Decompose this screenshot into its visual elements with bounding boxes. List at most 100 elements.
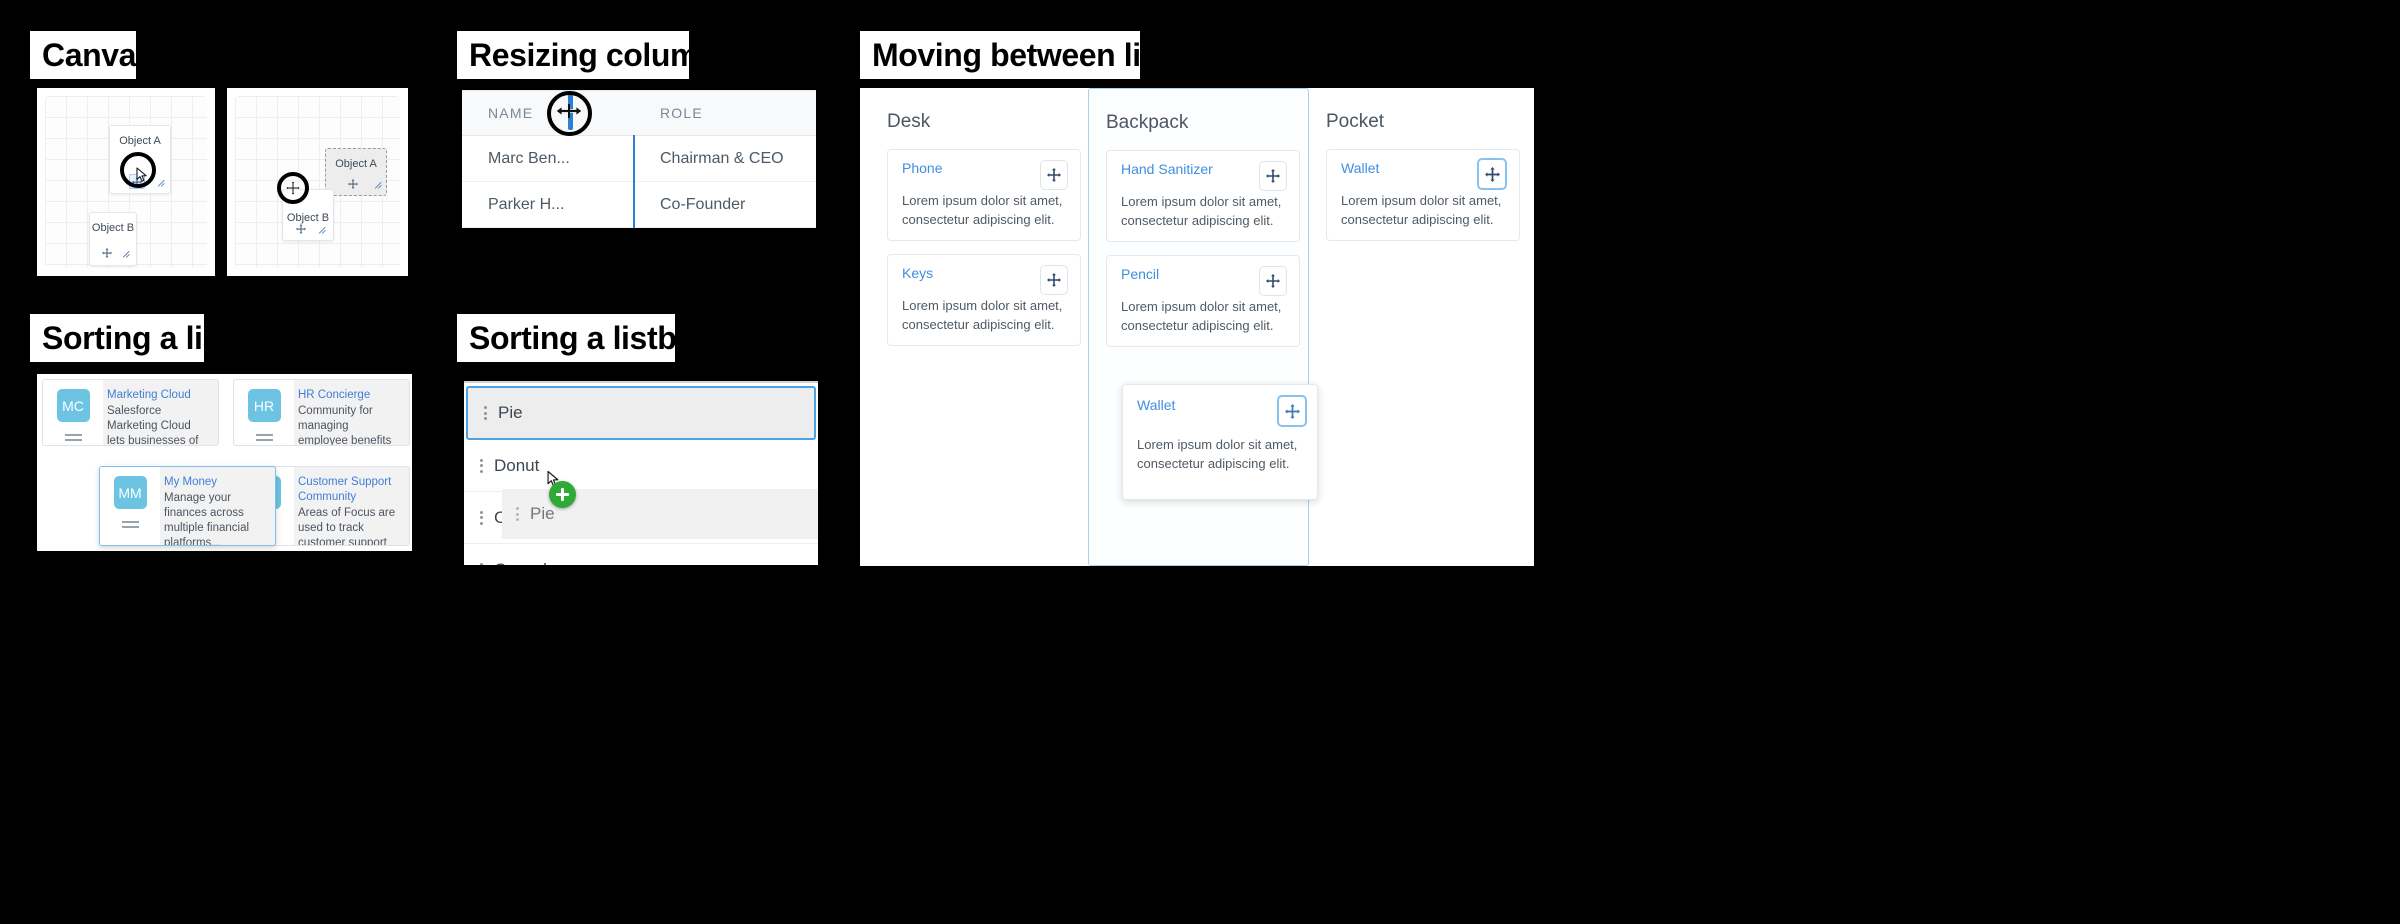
canvas-object-b-title: Object B: [91, 222, 135, 234]
move-handle-icon[interactable]: [296, 224, 306, 237]
column-resize-guideline: [633, 135, 635, 228]
listbox-drag-ghost-label: Pie: [530, 504, 555, 523]
table-cell-role: Chairman & CEO: [660, 149, 784, 167]
listbox-option[interactable]: Donut: [464, 440, 818, 492]
drag-move-icon[interactable]: [1040, 160, 1068, 190]
tile-title[interactable]: My Money: [164, 475, 266, 490]
list-card-description: Lorem ipsum dolor sit amet, consectetur …: [902, 298, 1063, 332]
listbox-option-label: Donut: [494, 455, 540, 475]
canvas-panel-after[interactable]: Object A Object B: [227, 88, 408, 276]
canvas-grid-area[interactable]: Object A Object B: [45, 96, 207, 268]
section-label-moving-between-lists: Moving between lists: [860, 31, 1186, 79]
listbox-option[interactable]: Cupcake: [464, 544, 818, 565]
table-header-row: NAME ROLE: [462, 91, 816, 136]
list-column-desk[interactable]: Desk Phone Lorem ipsum dolor sit amet, c…: [870, 97, 1098, 557]
canvas-grid-area[interactable]: Object A Object B: [235, 96, 400, 268]
drag-dots-icon[interactable]: [484, 406, 487, 420]
section-label-resizing-columns: Resizing columns: [457, 31, 735, 79]
resize-handle-icon: [372, 179, 382, 192]
list-card-title[interactable]: Phone: [902, 160, 942, 176]
tile-description: Manage your finances across multiple fin…: [164, 492, 250, 546]
list-column-pocket[interactable]: Pocket Wallet Lorem ipsum dolor sit amet…: [1309, 97, 1533, 557]
listbox-option-label: Cupcake: [494, 560, 561, 566]
drag-move-icon[interactable]: [1259, 161, 1287, 191]
canvas-object-a-placeholder-title: Object A: [335, 158, 377, 170]
table-column-header-name[interactable]: NAME: [462, 105, 634, 121]
canvas-panel-before[interactable]: Object A Object B: [37, 88, 215, 276]
avatar: HR: [247, 389, 281, 422]
canvas-object-b[interactable]: Object B: [89, 212, 137, 266]
resizable-table[interactable]: NAME ROLE Marc Ben... Chairman & CEO Par…: [462, 90, 816, 228]
tile-content: Customer Support Community Areas of Focu…: [294, 467, 409, 545]
move-handle-icon: [348, 179, 358, 192]
list-item[interactable]: MC Marketing Cloud Salesforce Marketing …: [42, 379, 219, 446]
drag-dots-icon[interactable]: [480, 458, 483, 473]
list-card-pencil[interactable]: Pencil Lorem ipsum dolor sit amet, conse…: [1106, 255, 1300, 347]
table-cell-name: Marc Ben...: [488, 149, 570, 167]
tile-title[interactable]: Customer Support Community: [298, 475, 400, 505]
avatar: MC: [56, 389, 90, 422]
canvas-object-b-dragging[interactable]: Object B: [282, 189, 334, 241]
drag-dots-icon[interactable]: [480, 510, 483, 525]
section-label-moving-between-lists-text: Moving between lists: [872, 36, 1186, 73]
drag-move-icon[interactable]: [1477, 158, 1507, 190]
tile-title[interactable]: Marketing Cloud: [107, 388, 209, 403]
table-row[interactable]: Parker H... Co-Founder: [462, 182, 816, 228]
tile-title[interactable]: HR Concierge: [298, 388, 400, 403]
list-item[interactable]: HR HR Concierge Community for managing e…: [233, 379, 410, 446]
table-row[interactable]: Marc Ben... Chairman & CEO: [462, 136, 816, 182]
listbox-option-selected[interactable]: Pie: [466, 386, 816, 440]
list-card-title[interactable]: Wallet: [1137, 397, 1175, 413]
section-label-canvas-text: Canvas: [42, 36, 154, 73]
list-card-hand-sanitizer[interactable]: Hand Sanitizer Lorem ipsum dolor sit ame…: [1106, 150, 1300, 242]
canvas-object-b-title: Object B: [286, 212, 330, 224]
list-card-keys[interactable]: Keys Lorem ipsum dolor sit amet, consect…: [887, 254, 1081, 346]
list-card-title[interactable]: Wallet: [1341, 160, 1379, 176]
canvas-object-a-title: Object A: [119, 135, 161, 147]
drag-move-icon[interactable]: [1259, 266, 1287, 296]
sorting-listbox[interactable]: Pie Donut Cake Cupcake Ice Cream Pie: [464, 381, 818, 565]
list-card-title[interactable]: Hand Sanitizer: [1121, 161, 1213, 177]
drag-move-icon[interactable]: [1040, 265, 1068, 295]
tile-content: My Money Manage your finances across mul…: [160, 467, 275, 545]
tile-description: Areas of Focus are used to track custome…: [298, 507, 396, 546]
section-label-resizing-columns-text: Resizing columns: [469, 36, 735, 73]
list-card-title[interactable]: Pencil: [1121, 266, 1159, 282]
drag-grip-icon[interactable]: [64, 434, 82, 441]
list-card-wallet-dragging[interactable]: Wallet Lorem ipsum dolor sit amet, conse…: [1122, 384, 1318, 500]
list-card-description: Lorem ipsum dolor sit amet, consectetur …: [1121, 194, 1282, 228]
drag-move-icon[interactable]: [1277, 395, 1307, 427]
resize-handle-icon[interactable]: [120, 248, 130, 261]
avatar: MM: [113, 476, 147, 509]
table-cell-role: Co-Founder: [660, 195, 746, 213]
column-resize-grip[interactable]: [568, 94, 573, 130]
tile-handle-area[interactable]: MC: [43, 380, 103, 445]
list-card-phone[interactable]: Phone Lorem ipsum dolor sit amet, consec…: [887, 149, 1081, 241]
tile-handle-area[interactable]: HR: [234, 380, 294, 445]
drop-allowed-plus-icon: [549, 481, 576, 508]
section-label-canvas: Canvas: [30, 31, 154, 79]
section-label-sorting-a-listbox-text: Sorting a listbox: [469, 319, 713, 356]
resize-handle-icon[interactable]: [316, 224, 326, 237]
list-card-wallet[interactable]: Wallet Lorem ipsum dolor sit amet, conse…: [1326, 149, 1520, 241]
listbox-option-label: Pie: [498, 403, 523, 422]
drag-grip-icon[interactable]: [255, 434, 273, 441]
tile-handle-area[interactable]: MM: [100, 467, 160, 545]
tile-description: Salesforce Marketing Cloud lets business…: [107, 405, 199, 446]
screenshot-stage: Canvas Resizing columns Moving between l…: [0, 0, 2400, 924]
list-card-description: Lorem ipsum dolor sit amet, consectetur …: [1341, 193, 1502, 227]
moving-between-lists-panel: Desk Phone Lorem ipsum dolor sit amet, c…: [860, 88, 1534, 566]
drag-grip-icon[interactable]: [121, 521, 139, 528]
drag-dots-icon[interactable]: [480, 562, 483, 565]
resize-handle-icon[interactable]: [155, 177, 165, 190]
move-handle-icon[interactable]: [102, 248, 112, 261]
table-column-header-role[interactable]: ROLE: [634, 105, 816, 121]
list-column-title: Pocket: [1326, 111, 1385, 132]
list-card-description: Lorem ipsum dolor sit amet, consectetur …: [902, 193, 1063, 227]
canvas-object-a[interactable]: Object A: [109, 125, 171, 194]
list-card-title[interactable]: Keys: [902, 265, 933, 281]
move-handle-icon[interactable]: [132, 177, 142, 190]
list-item-dragging[interactable]: MM My Money Manage your finances across …: [99, 466, 276, 546]
section-label-sorting-a-list-text: Sorting a list: [42, 319, 231, 356]
drag-dots-icon: [516, 507, 519, 521]
